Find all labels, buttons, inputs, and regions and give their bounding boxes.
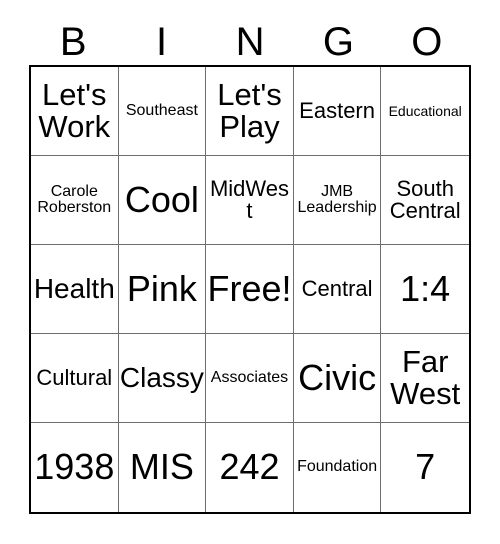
bingo-cell-label: Civic <box>298 356 377 398</box>
bingo-header-letter-o: O <box>411 19 443 64</box>
bingo-cell-i2[interactable]: Cool <box>118 156 207 245</box>
bingo-cell-label: Let's Play <box>217 77 282 144</box>
bingo-cell-i1[interactable]: Southeast <box>118 67 207 156</box>
bingo-header-letter-i: I <box>156 19 168 64</box>
bingo-cell-label: 1:4 <box>400 267 451 309</box>
bingo-cell-i3[interactable]: Pink <box>118 245 207 334</box>
bingo-cell-g4[interactable]: Civic <box>293 334 382 423</box>
bingo-cell-label: South Central <box>389 175 461 223</box>
bingo-cell-i5[interactable]: MIS <box>118 423 207 512</box>
bingo-cell-o5[interactable]: 7 <box>381 423 469 512</box>
bingo-cell-label: MIS <box>129 446 194 488</box>
bingo-cell-n5[interactable]: 242 <box>206 423 294 512</box>
bingo-cell-label: Cool <box>124 178 199 220</box>
bingo-cell-label: Associates <box>210 368 289 386</box>
bingo-cell-o3[interactable]: 1:4 <box>381 245 469 334</box>
bingo-cell-label: Let's Work <box>38 77 111 144</box>
bingo-cell-label: Health <box>33 272 115 304</box>
bingo-cell-n2[interactable]: MidWest <box>206 156 294 245</box>
bingo-cell-g2[interactable]: JMB Leadership <box>293 156 382 245</box>
bingo-cell-label: Carole Roberston <box>37 182 112 216</box>
bingo-cell-label: Foundation <box>297 458 378 476</box>
bingo-card: B I N G O Let's Work Southeast Let's Pla… <box>0 0 500 544</box>
bingo-cell-n1[interactable]: Let's Play <box>206 67 294 156</box>
bingo-header-letter-n: N <box>235 19 265 64</box>
bingo-cell-free-space[interactable]: Free! <box>206 245 294 334</box>
bingo-cell-label: Pink <box>126 267 197 309</box>
bingo-cell-label: 1938 <box>34 446 115 488</box>
bingo-cell-b1[interactable]: Let's Work <box>31 67 119 156</box>
bingo-cell-label: Central <box>301 275 373 301</box>
bingo-cell-label: Free! <box>207 267 292 309</box>
bingo-cell-b2[interactable]: Carole Roberston <box>31 156 119 245</box>
bingo-cell-label: Far West <box>390 344 461 411</box>
bingo-cell-o1[interactable]: Educational <box>381 67 469 156</box>
bingo-cell-b5[interactable]: 1938 <box>31 423 119 512</box>
bingo-cell-i4[interactable]: Classy <box>118 334 207 423</box>
bingo-cell-label: 7 <box>415 446 436 488</box>
bingo-cell-o4[interactable]: Far West <box>381 334 469 423</box>
bingo-header-letter-g: G <box>322 19 354 64</box>
bingo-cell-b4[interactable]: Cultural <box>31 334 119 423</box>
bingo-cell-label: Classy <box>119 361 204 393</box>
bingo-cell-label: 242 <box>219 446 280 488</box>
bingo-cell-b3[interactable]: Health <box>31 245 119 334</box>
bingo-cell-g5[interactable]: Foundation <box>293 423 382 512</box>
bingo-cell-label: Educational <box>388 102 462 119</box>
bingo-cell-label: JMB Leadership <box>297 182 377 216</box>
bingo-header-row: B I N G O <box>29 18 471 65</box>
bingo-header-letter-b: B <box>59 19 87 64</box>
bingo-cell-n4[interactable]: Associates <box>206 334 294 423</box>
bingo-cell-label: Eastern <box>299 97 375 123</box>
bingo-cell-o2[interactable]: South Central <box>381 156 469 245</box>
bingo-cell-g1[interactable]: Eastern <box>293 67 382 156</box>
bingo-cell-label: MidWest <box>209 175 290 223</box>
bingo-grid: Let's Work Southeast Let's Play Eastern … <box>29 65 471 514</box>
bingo-cell-g3[interactable]: Central <box>293 245 382 334</box>
bingo-cell-label: Cultural <box>36 364 113 390</box>
bingo-cell-label: Southeast <box>125 101 198 119</box>
